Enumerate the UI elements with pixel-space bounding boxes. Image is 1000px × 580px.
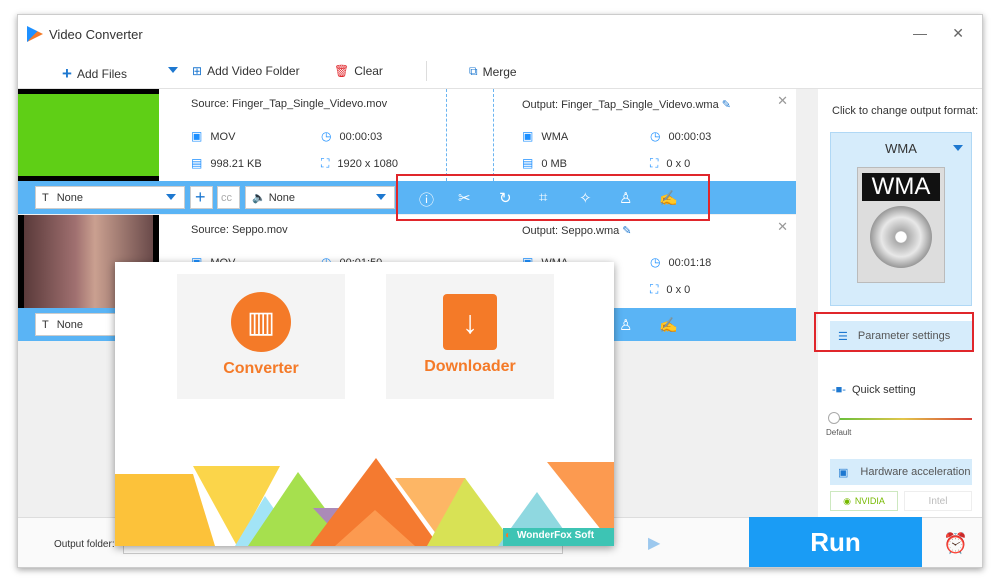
quality-slider[interactable] — [834, 418, 972, 420]
source-name: Source: Finger_Tap_Single_Videvo.mov — [191, 98, 388, 110]
out-resolution: ⛶ 0 x 0 — [650, 156, 691, 170]
minimize-button[interactable]: — — [913, 25, 927, 41]
video-thumbnail — [18, 89, 159, 181]
format-name: WMA — [885, 141, 917, 156]
nvidia-button[interactable]: ◉ NVIDIA — [830, 491, 898, 511]
resolution-icon: ⛶ — [650, 156, 659, 170]
quick-setting-label: -■- Quick setting — [832, 384, 916, 396]
trash-icon: 🗑 — [334, 64, 350, 78]
chevron-down-icon — [168, 67, 178, 78]
film-converter-icon: ▥ — [231, 292, 291, 352]
merge-label: Merge — [482, 64, 517, 79]
clear-label: Clear — [354, 64, 383, 78]
edit-pencil-icon[interactable]: ✎ — [722, 99, 731, 111]
source-name: Source: Seppo.mov — [191, 224, 288, 236]
slider-default-label: Default — [826, 428, 852, 437]
converter-card[interactable]: ▥ Converter — [177, 274, 345, 399]
brand-label: ◐ WonderFox Soft — [505, 530, 595, 541]
merge-icon: ⧉ — [469, 64, 478, 78]
remove-item-icon[interactable]: ✕ — [777, 93, 788, 109]
wonderfox-logo-icon: ◐ — [505, 530, 512, 541]
src-duration: ◷ 00:00:03 — [321, 129, 383, 143]
window-title: Video Converter — [49, 26, 143, 42]
speaker-icon: 🔈 — [252, 192, 266, 204]
plus-icon: + — [62, 64, 72, 83]
src-resolution: ⛶ 1920 x 1080 — [321, 156, 398, 170]
toolbar: + Add Files ⊞ Add Video Folder 🗑 Clear ⧉ Mer… — [18, 53, 982, 89]
add-files-dropdown[interactable] — [168, 67, 178, 78]
add-subtitle-button[interactable]: + — [190, 186, 213, 209]
format-hint: Click to change output format: — [832, 105, 979, 117]
out-duration: ◷ 00:00:03 — [650, 129, 712, 143]
edit-text-icon[interactable]: ✍ — [659, 316, 678, 334]
out-size: ▤ 0 MB — [522, 156, 568, 170]
divider — [446, 89, 447, 181]
file-icon: ▤ — [522, 156, 534, 170]
resolution-icon: ⛶ — [650, 282, 659, 296]
output-folder-label: Output folder: — [54, 539, 115, 550]
open-folder-icon[interactable]: ▶ — [648, 533, 660, 553]
cc-icon[interactable]: cc — [217, 186, 240, 209]
resolution-icon: ⛶ — [321, 156, 330, 170]
chevron-down-icon — [953, 145, 963, 156]
downloader-label: Downloader — [424, 358, 516, 375]
title-bar: Video Converter — ✕ — [18, 15, 982, 53]
highlight-box — [814, 312, 974, 352]
intel-button[interactable]: Intel — [904, 491, 972, 511]
nvidia-logo-icon: ◉ — [843, 495, 851, 506]
add-folder-label: Add Video Folder — [207, 64, 300, 78]
out-resolution: ⛶ 0 x 0 — [650, 282, 691, 296]
format-selector[interactable]: WMA WMA — [830, 132, 972, 306]
output-name: Output: Seppo.wma ✎ — [522, 225, 632, 237]
downloader-card[interactable]: ↓ Downloader — [386, 274, 554, 399]
run-button[interactable]: Run — [749, 517, 922, 567]
remove-item-icon[interactable]: ✕ — [777, 219, 788, 235]
file-icon: ▤ — [191, 156, 203, 170]
add-files-label: Add Files — [76, 67, 127, 81]
close-button[interactable]: ✕ — [952, 25, 964, 42]
add-files-button[interactable]: + Add Files — [62, 64, 127, 84]
hardware-acceleration: ▣ Hardware acceleration — [830, 459, 972, 485]
out-format: ▣WMA — [522, 129, 569, 143]
watermark-stamp-icon[interactable]: ♙ — [619, 316, 632, 334]
out-duration: ◷ 00:01:18 — [650, 255, 712, 269]
merge-button[interactable]: ⧉ Merge — [469, 64, 517, 79]
chip-icon: ▣ — [838, 466, 849, 479]
output-panel: Click to change output format: WMA WMA ☰… — [818, 89, 982, 517]
output-name: Output: Finger_Tap_Single_Videvo.wma ✎ — [522, 99, 731, 111]
src-format: ▣MOV — [191, 129, 236, 143]
file-video-icon: ▣ — [191, 129, 203, 143]
converter-label: Converter — [223, 360, 299, 377]
app-logo-icon — [27, 26, 43, 42]
launcher-popup: ▥ Converter ↓ Downloader ◐ WonderFox Soft — [115, 262, 614, 546]
toolbar-divider — [426, 61, 427, 81]
src-size: ▤ 998.21 KB — [191, 156, 262, 170]
file-item[interactable]: Source: Finger_Tap_Single_Videvo.mov ▣ MO… — [18, 89, 796, 181]
slider-icon: -■- — [832, 384, 846, 396]
download-icon: ↓ — [443, 294, 497, 350]
wma-format-icon: WMA — [857, 167, 945, 283]
file-video-icon: ▣ — [522, 129, 534, 143]
alarm-clock-icon[interactable]: ⏰ — [943, 531, 968, 556]
clock-icon: ◷ — [650, 129, 661, 143]
slider-handle[interactable] — [828, 412, 840, 424]
subtitle-select[interactable]: T None — [35, 186, 185, 209]
clear-button[interactable]: 🗑 Clear — [334, 64, 383, 78]
edit-pencil-icon[interactable]: ✎ — [622, 225, 631, 237]
audio-select[interactable]: 🔈 None — [245, 186, 395, 209]
highlight-box — [396, 174, 710, 221]
add-folder-button[interactable]: ⊞ Add Video Folder — [192, 64, 300, 78]
folder-plus-icon: ⊞ — [192, 64, 203, 78]
divider — [493, 89, 494, 181]
clock-icon: ◷ — [650, 255, 661, 269]
text-icon: T — [42, 191, 49, 204]
clock-icon: ◷ — [321, 129, 332, 143]
